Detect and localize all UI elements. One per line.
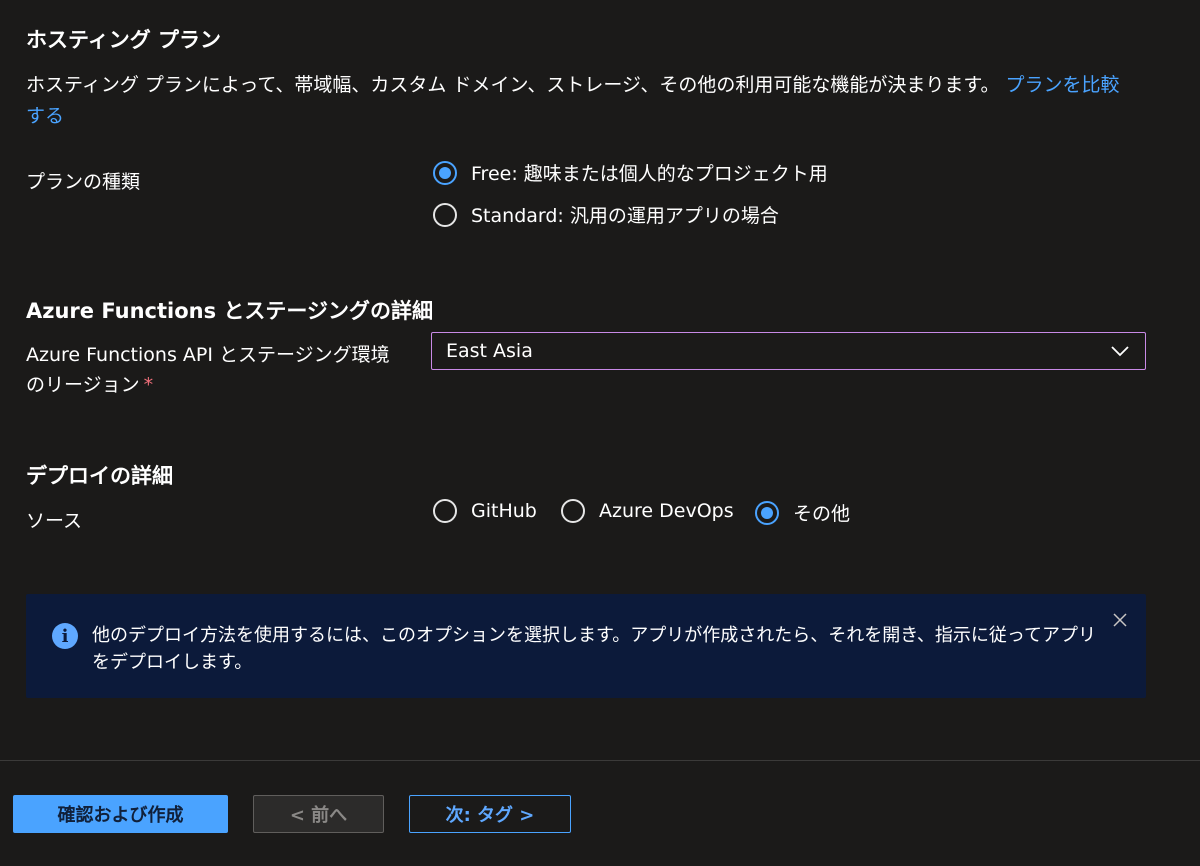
info-banner-text: 他のデプロイ方法を使用するには、このオプションを選択します。アプリが作成されたら…: [92, 625, 1097, 673]
footer-divider: [0, 760, 1200, 761]
required-indicator: *: [143, 374, 154, 396]
region-label: Azure Functions API とステージング環境 のリージョン *: [26, 340, 390, 400]
deploy-details-heading: デプロイの詳細: [26, 464, 173, 488]
plan-free-radio-option[interactable]: Free: 趣味または個人的なプロジェクト用: [433, 159, 828, 186]
plan-free-radio[interactable]: [433, 160, 457, 185]
source-label: ソース: [26, 510, 83, 532]
functions-staging-heading: Azure Functions とステージングの詳細: [26, 299, 433, 323]
source-github-option[interactable]: GitHub: [433, 499, 537, 523]
region-select[interactable]: East Asia: [431, 332, 1146, 370]
hosting-plan-heading: ホスティング プラン: [26, 28, 222, 52]
review-create-button[interactable]: 確認および作成: [13, 795, 228, 833]
plan-standard-radio[interactable]: [433, 202, 457, 227]
region-label-line2: のリージョン: [26, 374, 140, 396]
region-select-value: East Asia: [446, 340, 533, 362]
source-azure-devops-radio[interactable]: [561, 499, 585, 523]
plan-standard-radio-option[interactable]: Standard: 汎用の運用アプリの場合: [433, 201, 779, 228]
source-other-option[interactable]: その他: [755, 499, 850, 526]
source-github-label: GitHub: [471, 500, 537, 522]
previous-button[interactable]: < 前へ: [253, 795, 384, 833]
hosting-description-text: ホスティング プランによって、帯域幅、カスタム ドメイン、ストレージ、その他の利…: [26, 74, 1000, 96]
source-other-label: その他: [793, 503, 851, 525]
info-banner: i 他のデプロイ方法を使用するには、このオプションを選択します。アプリが作成され…: [26, 594, 1146, 698]
source-azure-devops-option[interactable]: Azure DevOps: [561, 499, 734, 523]
close-icon[interactable]: [1110, 610, 1130, 630]
chevron-down-icon: [1111, 346, 1129, 357]
hosting-plan-description: ホスティング プランによって、帯域幅、カスタム ドメイン、ストレージ、その他の利…: [26, 70, 1136, 132]
source-github-radio[interactable]: [433, 499, 457, 523]
next-tags-button[interactable]: 次: タグ >: [409, 795, 571, 833]
region-label-line1: Azure Functions API とステージング環境: [26, 344, 390, 366]
plan-type-label: プランの種類: [26, 171, 141, 193]
plan-standard-label: Standard: 汎用の運用アプリの場合: [471, 205, 779, 227]
source-other-radio[interactable]: [755, 500, 779, 525]
info-icon: i: [52, 623, 78, 649]
source-azure-devops-label: Azure DevOps: [599, 500, 734, 522]
plan-free-label: Free: 趣味または個人的なプロジェクト用: [471, 163, 828, 185]
